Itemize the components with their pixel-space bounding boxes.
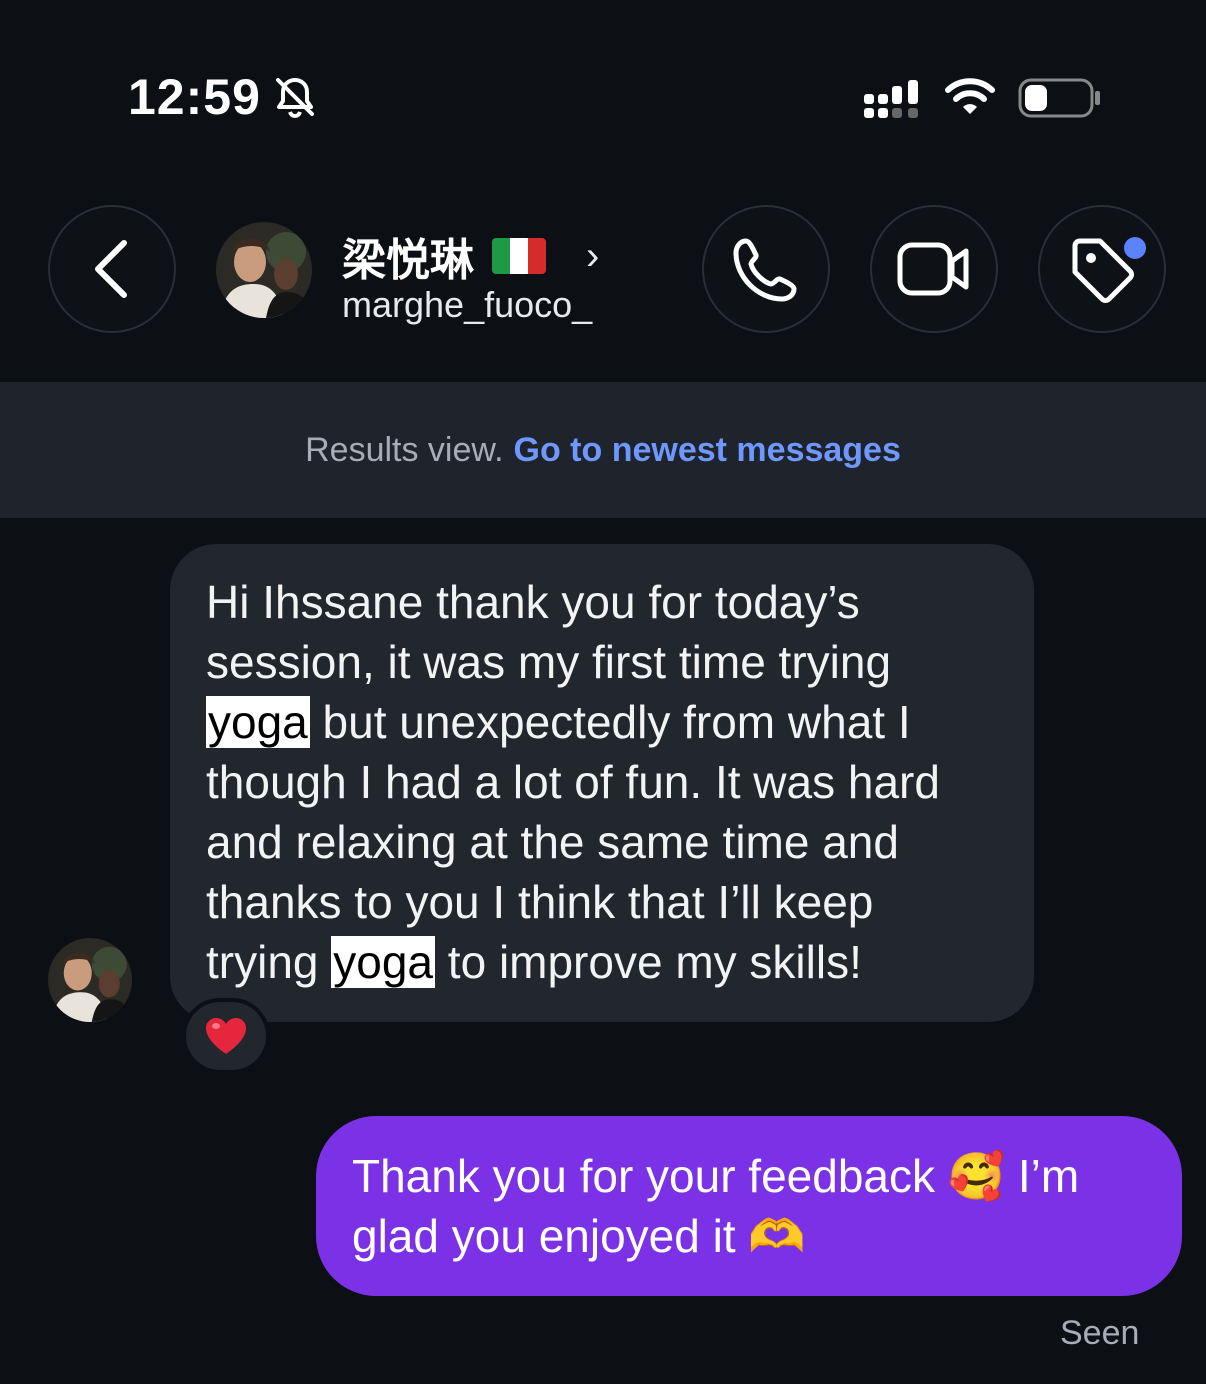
- results-view-banner: Results view. Go to newest messages: [0, 382, 1206, 518]
- notification-dot: [1124, 237, 1146, 259]
- call-button[interactable]: [702, 205, 830, 333]
- smiling-hearts-emoji: 🥰: [947, 1149, 1006, 1203]
- video-call-button[interactable]: [870, 205, 998, 333]
- phone-icon: [733, 238, 797, 302]
- search-highlight: yoga: [206, 696, 310, 748]
- message-text: to improve my skills!: [435, 936, 862, 988]
- contact-avatar[interactable]: [216, 222, 312, 318]
- chevron-right-icon: ›: [586, 233, 600, 278]
- contact-username: marghe_fuoco_: [342, 284, 593, 325]
- back-button[interactable]: [48, 205, 176, 333]
- heart-reaction[interactable]: [182, 998, 270, 1074]
- status-time: 12:59: [128, 69, 261, 125]
- seen-status: Seen: [1060, 1314, 1140, 1352]
- heart-icon: [206, 1018, 246, 1054]
- italy-flag-icon: [492, 238, 546, 274]
- incoming-message-bubble[interactable]: Hi Ihssane thank you for today’s session…: [170, 544, 1034, 1022]
- heart-hands-emoji: 🫶: [748, 1209, 806, 1263]
- chevron-left-icon: [95, 240, 127, 298]
- go-to-newest-link[interactable]: Go to newest messages: [514, 431, 901, 470]
- outgoing-message-bubble[interactable]: Thank you for your feedback 🥰 I’m glad y…: [316, 1116, 1182, 1296]
- sender-avatar[interactable]: [48, 938, 132, 1022]
- message-text: Hi Ihssane thank you for today’s session…: [206, 576, 892, 688]
- search-highlight: yoga: [331, 936, 436, 988]
- banner-text: Results view.: [305, 430, 504, 469]
- contact-name-row[interactable]: 梁悦琳 ›: [342, 224, 599, 288]
- message-text: Thank you for your feedback: [352, 1150, 948, 1202]
- cellular-signal-icon: [864, 80, 918, 118]
- tag-button[interactable]: [1038, 205, 1166, 333]
- battery-icon: [1018, 78, 1100, 118]
- bell-slash-icon: [276, 78, 314, 119]
- wifi-icon: [945, 78, 995, 114]
- contact-name: 梁悦琳: [342, 236, 474, 285]
- video-camera-icon: [897, 242, 969, 296]
